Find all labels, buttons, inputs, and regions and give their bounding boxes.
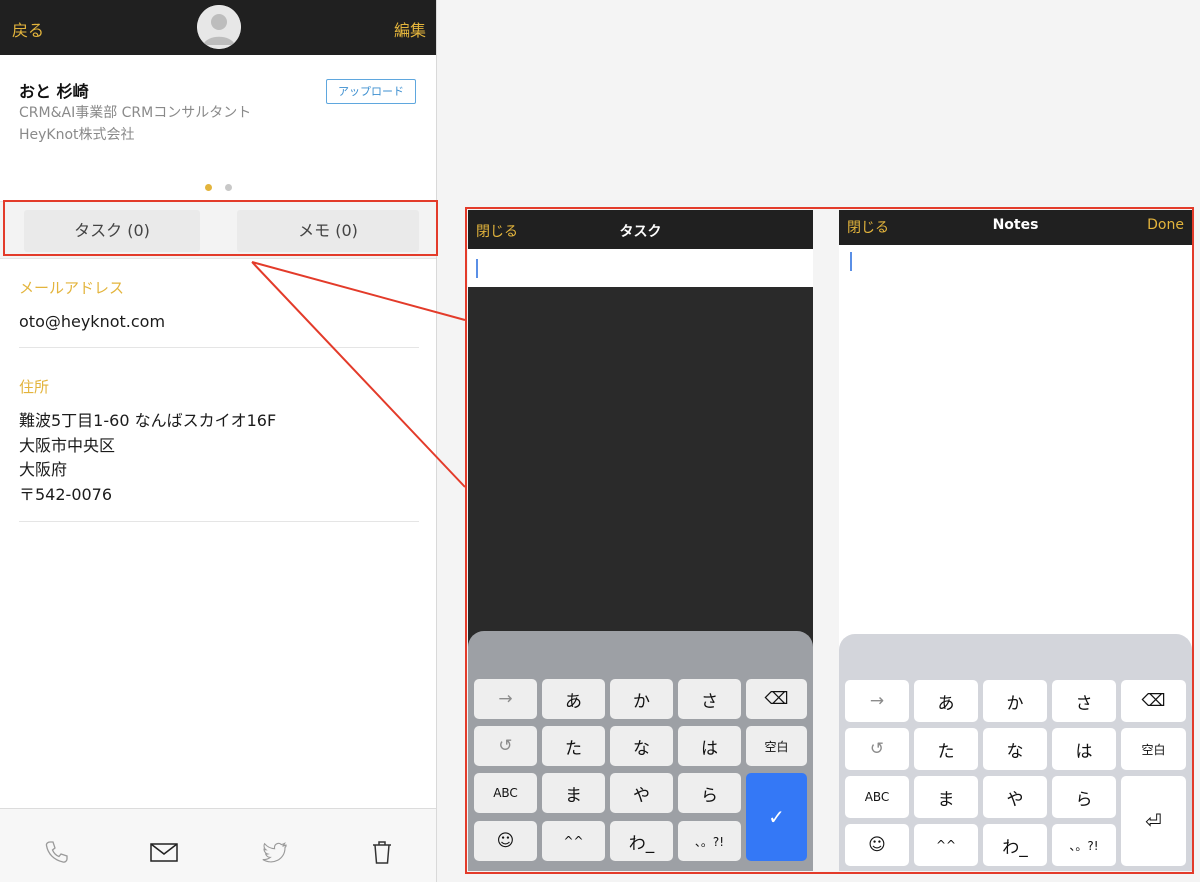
notes-screen: 閉じる Notes Done → あ か さ ⌫ ↺ た な は 空白 ABC …	[839, 210, 1192, 871]
key-ya[interactable]: や	[610, 773, 673, 813]
punctuation-key[interactable]: 、。?!	[1052, 824, 1116, 866]
mail-icon[interactable]	[149, 837, 179, 867]
key-ka[interactable]: か	[983, 680, 1047, 722]
abc-key[interactable]: ABC	[474, 773, 537, 813]
key-sa[interactable]: さ	[678, 679, 741, 719]
delete-key-icon[interactable]: ⌫	[746, 679, 807, 719]
key-wa[interactable]: わ_	[610, 821, 673, 861]
key-a[interactable]: あ	[542, 679, 605, 719]
kaomoji-key[interactable]: ^^	[914, 824, 978, 866]
space-key[interactable]: 空白	[1121, 728, 1186, 770]
key-arrow[interactable]: →	[845, 680, 909, 722]
page-dot-inactive	[225, 184, 232, 191]
edit-button[interactable]: 編集	[394, 17, 426, 41]
notes-screen-title: Notes	[992, 217, 1039, 233]
back-button[interactable]: 戻る	[12, 17, 44, 41]
key-ha[interactable]: は	[678, 726, 741, 766]
key-ra[interactable]: ら	[678, 773, 741, 813]
kaomoji-key[interactable]: ^^	[542, 821, 605, 861]
highlight-frame	[3, 200, 438, 256]
task-input[interactable]	[468, 249, 813, 287]
notes-text-area[interactable]	[839, 245, 1192, 634]
contact-detail-screen: 戻る 編集 おと 杉崎 CRM&AI事業部 CRMコンサルタント HeyKnot…	[0, 0, 437, 882]
divider	[19, 521, 419, 522]
key-ta[interactable]: た	[542, 726, 605, 766]
return-key-icon[interactable]: ⏎	[1121, 776, 1186, 866]
address-line-2[interactable]: 大阪市中央区	[19, 434, 115, 458]
undo-key-icon[interactable]: ↺	[845, 728, 909, 770]
twitter-icon[interactable]	[259, 837, 289, 867]
key-na[interactable]: な	[610, 726, 673, 766]
notes-keyboard: → あ か さ ⌫ ↺ た な は 空白 ABC ま や ら ⏎ ☺ ^^ わ_…	[839, 634, 1192, 871]
page-dot-active	[205, 184, 212, 191]
notes-navigation-bar: 閉じる Notes Done	[839, 210, 1192, 245]
avatar[interactable]	[197, 5, 241, 49]
done-button[interactable]: Done	[1147, 217, 1184, 233]
contact-company: HeyKnot株式会社	[19, 127, 135, 143]
address-line-1[interactable]: 難波5丁目1-60 なんばスカイオ16F	[19, 409, 276, 433]
confirm-checkmark-icon[interactable]: ✓	[746, 773, 807, 861]
key-ra[interactable]: ら	[1052, 776, 1116, 818]
task-keyboard: → あ か さ ⌫ ↺ た な は 空白 ABC ま や ら ✓ ☺ ^^ わ_…	[468, 631, 813, 871]
key-a[interactable]: あ	[914, 680, 978, 722]
key-ma[interactable]: ま	[542, 773, 605, 813]
address-label: 住所	[19, 378, 50, 396]
task-screen: 閉じる タスク → あ か さ ⌫ ↺ た な は 空白 ABC ま や ら ✓…	[468, 210, 813, 871]
navigation-bar: 戻る 編集	[0, 0, 436, 55]
key-wa[interactable]: わ_	[983, 824, 1047, 866]
key-ha[interactable]: は	[1052, 728, 1116, 770]
email-value[interactable]: oto@heyknot.com	[19, 310, 165, 334]
emoji-key-icon[interactable]: ☺	[845, 824, 909, 866]
text-cursor	[476, 259, 478, 278]
delete-key-icon[interactable]: ⌫	[1121, 680, 1186, 722]
address-line-3[interactable]: 大阪府	[19, 458, 67, 482]
task-navigation-bar: 閉じる タスク	[468, 210, 813, 249]
contact-department: CRM&AI事業部 CRMコンサルタント	[19, 105, 252, 121]
upload-button[interactable]: アップロード	[326, 79, 416, 104]
user-silhouette-icon	[197, 5, 241, 49]
address-postal-code[interactable]: 〒542-0076	[19, 483, 112, 507]
phone-icon[interactable]	[41, 837, 71, 867]
abc-key[interactable]: ABC	[845, 776, 909, 818]
email-label: メールアドレス	[19, 279, 125, 297]
key-ta[interactable]: た	[914, 728, 978, 770]
punctuation-key[interactable]: 、。?!	[678, 821, 741, 861]
key-arrow[interactable]: →	[474, 679, 537, 719]
key-sa[interactable]: さ	[1052, 680, 1116, 722]
key-ma[interactable]: ま	[914, 776, 978, 818]
key-na[interactable]: な	[983, 728, 1047, 770]
key-ka[interactable]: か	[610, 679, 673, 719]
divider	[19, 347, 419, 348]
emoji-key-icon[interactable]: ☺	[474, 821, 537, 861]
undo-key-icon[interactable]: ↺	[474, 726, 537, 766]
key-ya[interactable]: や	[983, 776, 1047, 818]
task-screen-title: タスク	[619, 224, 662, 240]
space-key[interactable]: 空白	[746, 726, 807, 766]
bottom-action-bar	[0, 808, 436, 882]
contact-name: おと 杉崎	[19, 82, 89, 101]
trash-icon[interactable]	[367, 837, 397, 867]
